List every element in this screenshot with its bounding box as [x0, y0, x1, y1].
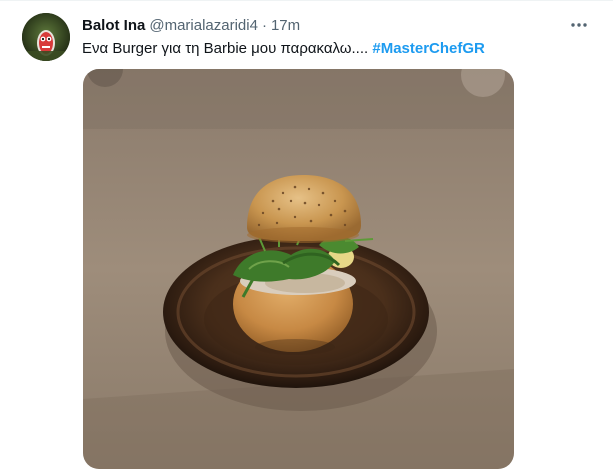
tweet-text: Ενα Burger για τη Barbie μου παρακαλω...…: [82, 39, 485, 59]
author-handle[interactable]: @marialazaridi4: [149, 17, 258, 34]
tweet-photo[interactable]: [83, 69, 514, 469]
more-horizontal-icon: [571, 23, 587, 27]
burger-photo: [83, 69, 514, 469]
tweet[interactable]: Balot Ina @marialazaridi4 · 17m Ενα Burg…: [0, 0, 613, 469]
avatar-image: [22, 13, 70, 61]
tweet-body: Ενα Burger για τη Barbie μου παρακαλω...…: [82, 40, 369, 57]
tweet-header: Balot Ina @marialazaridi4 · 17m: [82, 15, 300, 35]
separator-dot: ·: [261, 16, 267, 34]
avatar[interactable]: [22, 13, 70, 61]
tweet-timestamp[interactable]: 17m: [271, 17, 300, 34]
author-name[interactable]: Balot Ina: [82, 17, 145, 34]
hashtag-link[interactable]: #MasterChefGR: [372, 40, 485, 57]
more-button[interactable]: [566, 12, 592, 38]
